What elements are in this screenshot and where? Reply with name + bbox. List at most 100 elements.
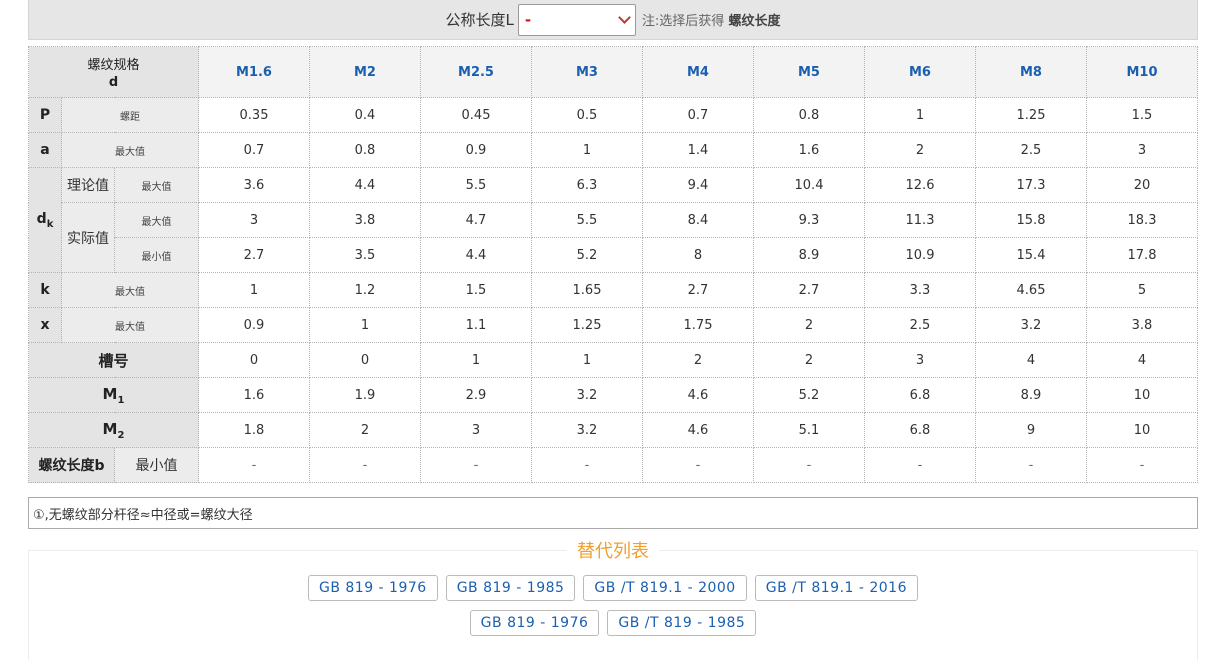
length-label: 公称长度L [445,11,514,29]
a-value: 1.6 [753,132,865,168]
x-value: 1 [309,307,421,343]
thread-length-value: - [975,447,1087,483]
k-symbol: k [28,272,62,308]
m1-row: M1 1.6 1.9 2.9 3.2 4.6 5.2 6.8 8.9 10 [28,377,1198,413]
x-value: 1.75 [642,307,754,343]
dk-actual-min-value: 8.9 [753,237,865,273]
dk-actual-max-value: 4.7 [420,202,532,238]
size-header[interactable]: M2.5 [420,46,532,98]
dk-symbol: dk [28,167,62,273]
dk-theory-max-value: 3.6 [198,167,310,203]
size-header[interactable]: M5 [753,46,865,98]
dk-actual-max-value: 3.8 [309,202,421,238]
x-value: 2 [753,307,865,343]
a-value: 2.5 [975,132,1087,168]
size-header[interactable]: M3 [531,46,643,98]
thread-length-value: - [864,447,976,483]
a-value: 3 [1086,132,1198,168]
m2-value: 10 [1086,412,1198,448]
pitch-value: 1 [864,97,976,133]
dk-actual-min-value: 15.4 [975,237,1087,273]
size-header[interactable]: M6 [864,46,976,98]
thread-length-value: - [1086,447,1198,483]
m2-value: 2 [309,412,421,448]
dk-actual-max-value: 15.8 [975,202,1087,238]
size-header[interactable]: M10 [1086,46,1198,98]
thread-length-value: - [531,447,643,483]
alternative-standard-button[interactable]: GB /T 819.1 - 2016 [754,575,919,601]
thread-length-value: - [420,447,532,483]
thread-length-value: - [753,447,865,483]
dk-actual-max-value: 5.5 [531,202,643,238]
slot-value: 0 [198,342,310,378]
x-value: 1.1 [420,307,532,343]
size-header[interactable]: M8 [975,46,1087,98]
x-label: 最大值 [61,307,199,343]
dk-theory-max-value: 10.4 [753,167,865,203]
spec-table: 螺纹规格 d M1.6 M2 M2.5 M3 M4 M5 M6 M8 M10 P 螺距 0.35… [28,46,1198,483]
size-header[interactable]: M2 [309,46,421,98]
x-value: 0.9 [198,307,310,343]
alternative-standard-button[interactable]: GB 819 - 1976 [469,610,600,636]
pitch-value: 0.5 [531,97,643,133]
dk-theory-max-label: 最大值 [114,167,199,203]
a-row: a 最大值 0.7 0.8 0.9 1 1.4 1.6 2 2.5 3 [28,132,1198,168]
x-symbol: x [28,307,62,343]
alternative-standard-button[interactable]: GB 819 - 1985 [445,575,576,601]
slot-value: 3 [864,342,976,378]
pitch-value: 1.5 [1086,97,1198,133]
x-value: 3.2 [975,307,1087,343]
selection-note: 注:选择后获得 螺纹长度 [641,14,781,29]
alternative-standard-button[interactable]: GB /T 819 - 1985 [607,610,757,636]
dk-actual-min-value: 10.9 [864,237,976,273]
k-value: 4.65 [975,272,1087,308]
size-header[interactable]: M4 [642,46,754,98]
pitch-row: P 螺距 0.35 0.4 0.45 0.5 0.7 0.8 1 1.25 1.5 [28,97,1198,133]
pitch-symbol: P [28,97,62,133]
dk-theory-max-value: 5.5 [420,167,532,203]
header-label-cell: 螺纹规格 d [28,46,199,98]
pitch-value: 0.7 [642,97,754,133]
pitch-value: 1.25 [975,97,1087,133]
thread-length-min-label: 最小值 [114,447,199,483]
thread-length-value: - [309,447,421,483]
m1-value: 1.6 [198,377,310,413]
dk-theory-row: dk 理论值 最大值 3.6 4.4 5.5 6.3 9.4 10.4 12.6 17.3 20 [28,167,1198,273]
m2-value: 9 [975,412,1087,448]
m2-value: 3.2 [531,412,643,448]
length-select[interactable]: - [517,3,636,36]
x-value: 1.25 [531,307,643,343]
slot-value: 1 [531,342,643,378]
a-value: 2 [864,132,976,168]
length-select-value: - [524,10,532,29]
x-value: 2.5 [864,307,976,343]
a-value: 0.7 [198,132,310,168]
size-header[interactable]: M1.6 [198,46,310,98]
slot-value: 4 [1086,342,1198,378]
a-label: 最大值 [61,132,199,168]
page: 公称长度L - 注:选择后获得 螺纹长度 螺纹规格 d M1.6 M2 M2.5 M3… [28,0,1198,660]
length-selector-bar: 公称长度L - 注:选择后获得 螺纹长度 [28,0,1198,40]
m1-value: 2.9 [420,377,532,413]
a-value: 1.4 [642,132,754,168]
slot-value: 0 [309,342,421,378]
m2-value: 3 [420,412,532,448]
dk-actual-min-value: 17.8 [1086,237,1198,273]
alternative-standard-button[interactable]: GB 819 - 1976 [307,575,438,601]
chevron-down-icon [618,11,631,24]
dk-theory-max-value: 17.3 [975,167,1087,203]
thread-length-value: - [642,447,754,483]
a-symbol: a [28,132,62,168]
m1-value: 6.8 [864,377,976,413]
header-row: 螺纹规格 d M1.6 M2 M2.5 M3 M4 M5 M6 M8 M10 [28,46,1198,98]
k-value: 2.7 [753,272,865,308]
alternative-standard-button[interactable]: GB /T 819.1 - 2000 [583,575,747,601]
m1-value: 1.9 [309,377,421,413]
a-value: 1 [531,132,643,168]
dk-actual-max-value: 9.3 [753,202,865,238]
k-value: 5 [1086,272,1198,308]
m1-value: 8.9 [975,377,1087,413]
k-value: 1.65 [531,272,643,308]
dk-actual-max-value: 8.4 [642,202,754,238]
m2-value: 1.8 [198,412,310,448]
